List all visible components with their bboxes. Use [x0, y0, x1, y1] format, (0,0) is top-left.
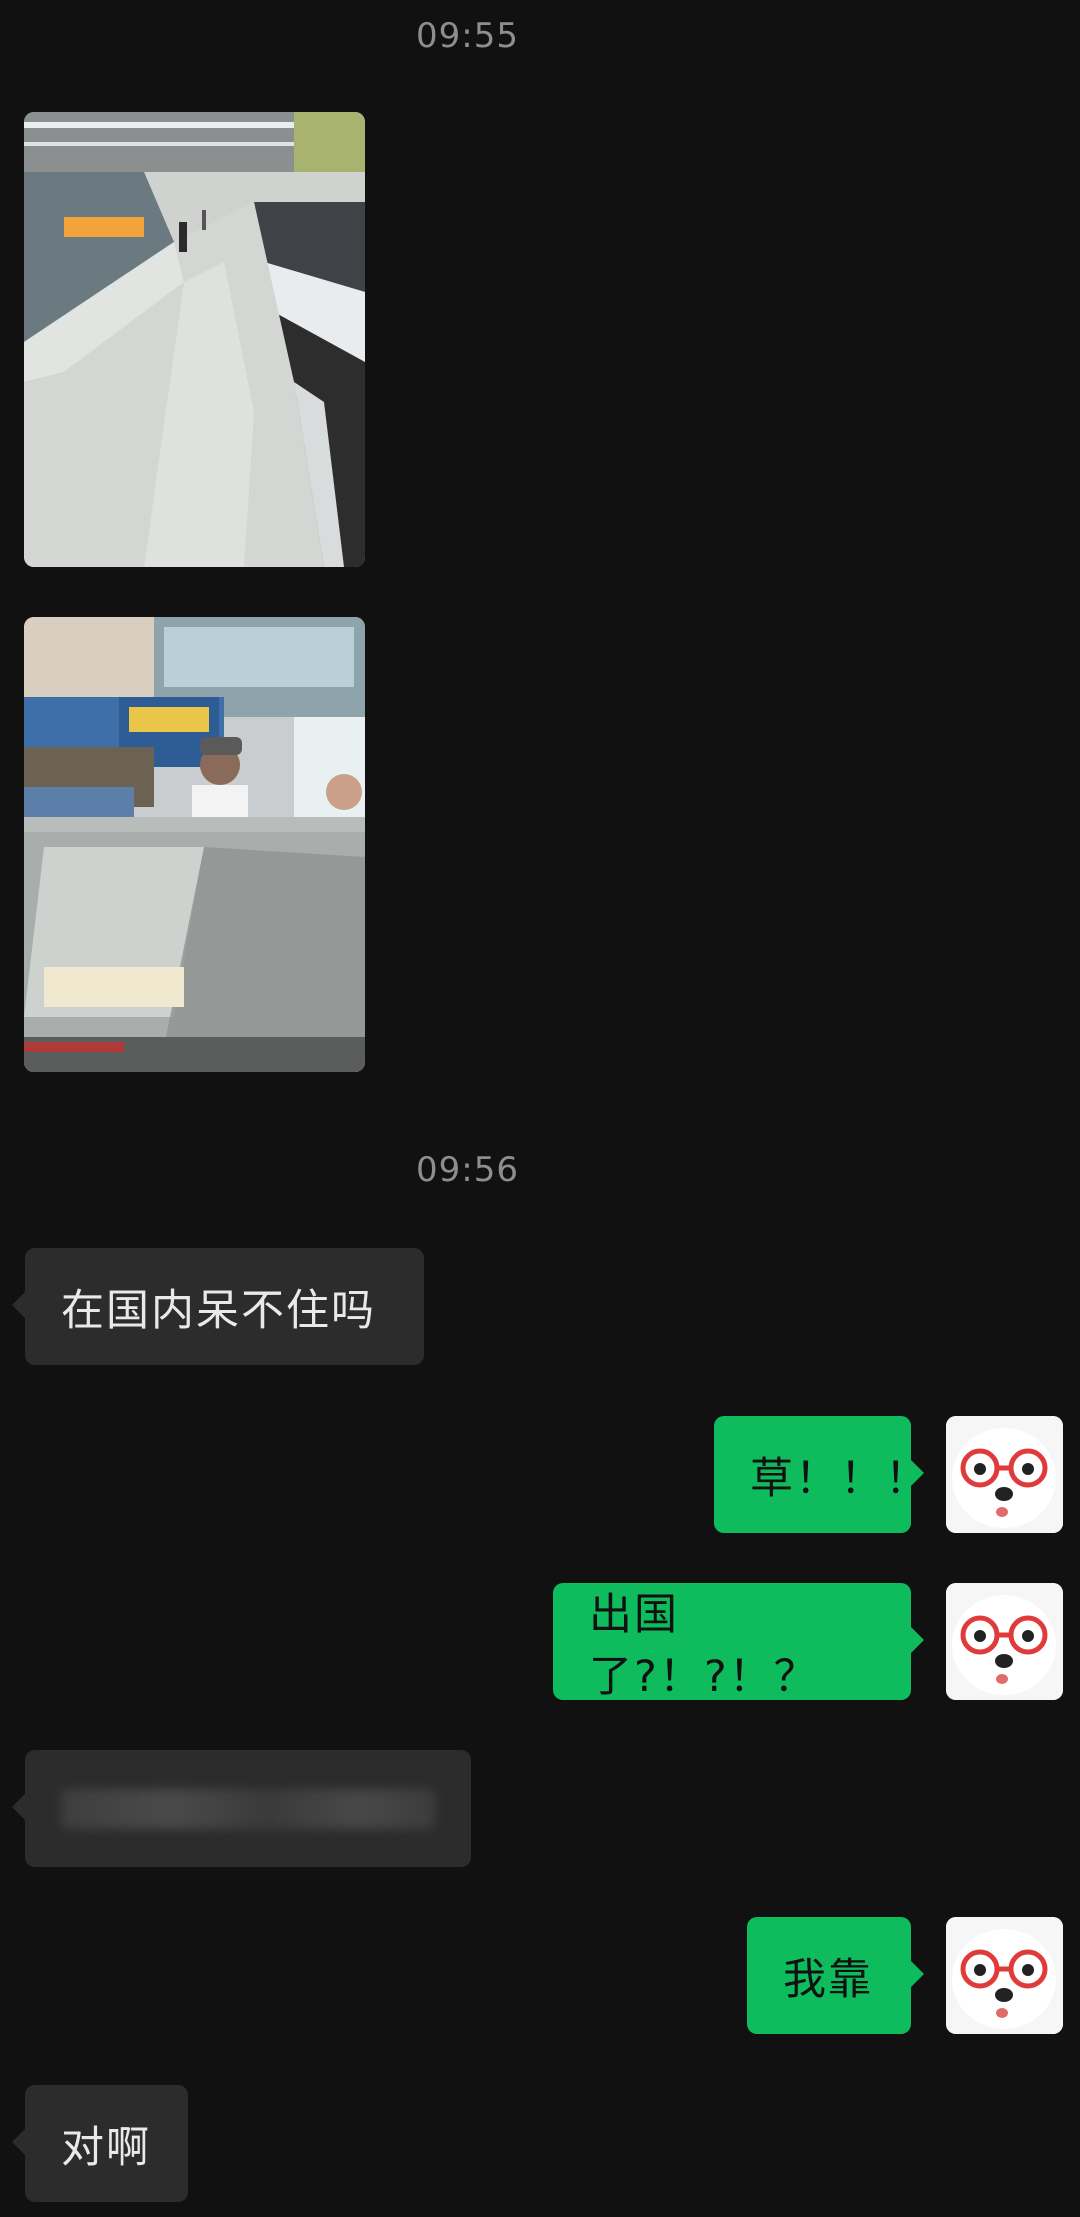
avatar[interactable] — [946, 1583, 1063, 1700]
outgoing-message-bubble[interactable]: 出国了?！?！？ — [553, 1583, 924, 1702]
message-text: 草！！！ — [750, 1453, 930, 1504]
incoming-message-bubble[interactable]: 对啊 — [12, 2085, 188, 2202]
incoming-message-bubble-redacted[interactable] — [12, 1750, 471, 1867]
message-text: 对啊 — [61, 2122, 151, 2173]
dog-avatar-icon — [946, 1416, 1063, 1533]
message-text: 出国了?！?！？ — [589, 1589, 819, 1702]
dog-avatar-icon — [946, 1583, 1063, 1700]
outgoing-message-bubble[interactable]: 草！！！ — [714, 1416, 928, 1533]
supermarket-aisle-photo — [24, 112, 365, 567]
dog-avatar-icon — [946, 1917, 1063, 2034]
message-text: 在国内呆不住吗 — [61, 1285, 376, 1336]
timestamp: 09:56 — [416, 1150, 519, 1190]
avatar[interactable] — [946, 1917, 1063, 2034]
image-message-deli-counter[interactable] — [24, 617, 365, 1072]
timestamp: 09:55 — [416, 16, 519, 56]
outgoing-message-bubble[interactable]: 我靠 — [747, 1917, 924, 2034]
incoming-message-bubble[interactable]: 在国内呆不住吗 — [12, 1248, 424, 1365]
image-message-supermarket-aisle[interactable] — [24, 112, 365, 567]
chat-scroll-area[interactable]: 09:55 09:56 在国内呆不住吗 草！！！ 出国了?！?！？ 我靠 对啊 — [0, 0, 1080, 2217]
deli-counter-photo — [24, 617, 365, 1072]
message-text: 我靠 — [783, 1954, 873, 2005]
redacted-message-text — [61, 1788, 435, 1829]
avatar[interactable] — [946, 1416, 1063, 1533]
